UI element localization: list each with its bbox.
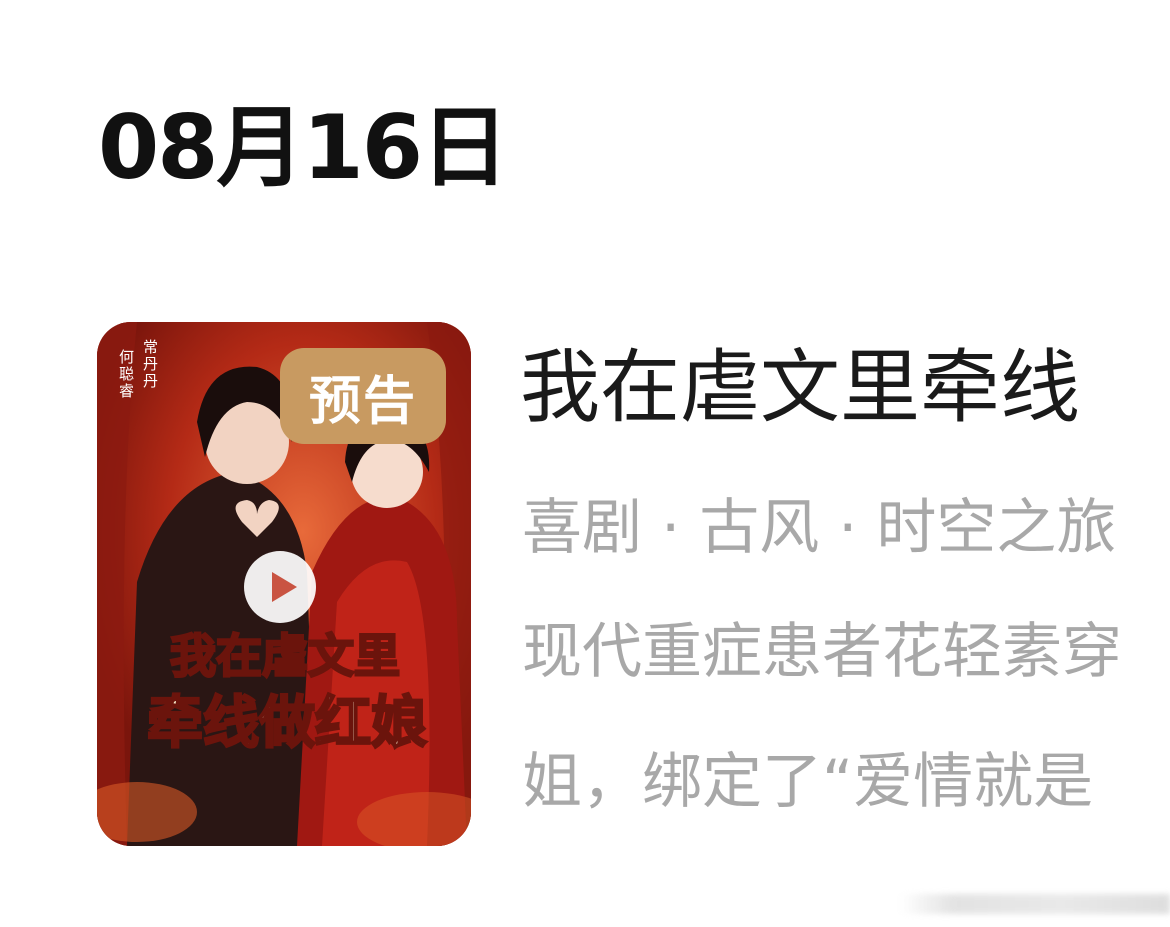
play-icon[interactable] [243, 550, 317, 624]
drama-description-line-2: 姐，绑定了“爱情就是 [522, 747, 1094, 817]
poster-title-line1: 我在虐文里 [170, 629, 400, 683]
drama-tags: 喜剧 · 古风 · 时空之旅 [522, 493, 1117, 563]
poster-title-line2: 牵线做红娘 [147, 690, 427, 756]
poster-cast-left: 何聪睿 [119, 348, 134, 400]
poster-cast-right: 常丹丹 [143, 338, 158, 390]
preview-badge: 预告 [280, 348, 446, 444]
drama-description-line-1: 现代重症患者花轻素穿 [522, 617, 1122, 687]
date-heading: 08月16日 [98, 96, 509, 199]
bottom-fade-divider [900, 894, 1170, 914]
page: 08月16日 何聪睿 常丹丹 我在虐文里 牵线做红娘 预告 我在虐文里牵线 喜剧… [0, 0, 1170, 927]
drama-title[interactable]: 我在虐文里牵线 [520, 340, 1080, 436]
